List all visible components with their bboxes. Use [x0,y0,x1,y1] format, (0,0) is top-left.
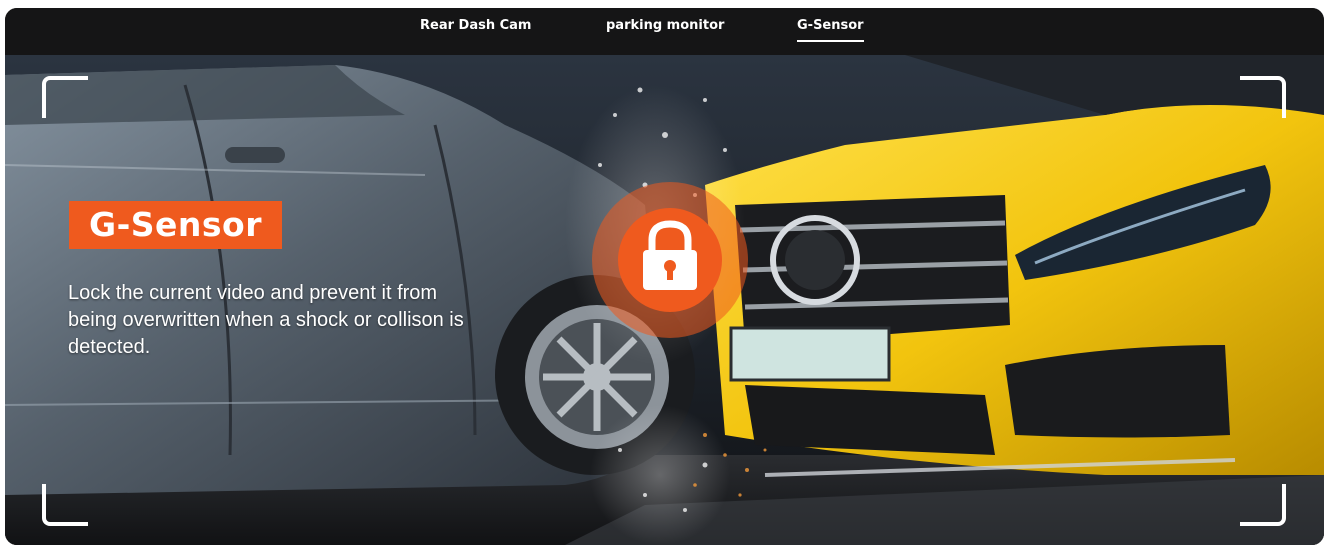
tab-g-sensor[interactable]: G-Sensor [797,18,864,42]
frame-corner-bottom-left [42,484,88,526]
frame-corner-bottom-right [1240,484,1286,526]
feature-tab-bar: Rear Dash Cam parking monitor G-Sensor [5,8,1324,55]
tab-rear-dash-cam[interactable]: Rear Dash Cam [420,18,531,33]
tab-parking-monitor[interactable]: parking monitor [606,18,724,33]
lock-icon [592,182,748,338]
feature-title-badge: G-Sensor [69,201,282,249]
feature-banner: Rear Dash Cam parking monitor G-Sensor G… [5,8,1324,545]
frame-corner-top-left [42,76,88,118]
lock-badge [590,180,750,340]
frame-corner-top-right [1240,76,1286,118]
feature-description: Lock the current video and prevent it fr… [68,282,464,358]
